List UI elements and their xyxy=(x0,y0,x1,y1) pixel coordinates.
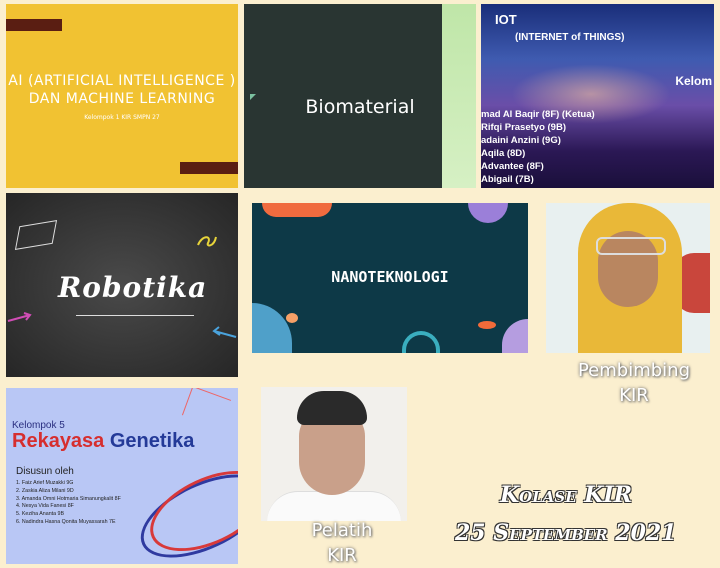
list-item: 4. Nesya Vida Fanesi 8F xyxy=(16,503,74,510)
decorative-bar xyxy=(180,162,238,174)
ai-slide-title: AI (ARTIFICIAL INTELLIGENCE ) DAN MACHIN… xyxy=(6,72,238,108)
list-item: Aqila (8D) xyxy=(481,148,526,159)
iot-side-text: Kelom xyxy=(675,74,712,88)
decorative-shape xyxy=(468,203,508,223)
ai-slide-thumbnail: AI (ARTIFICIAL INTELLIGENCE ) DAN MACHIN… xyxy=(6,4,238,188)
list-item: 1. Faiz Arief Muzakki 9G xyxy=(16,480,74,486)
biomaterial-slide-thumbnail: Biomaterial xyxy=(244,4,476,188)
title-blue-part: Genetika xyxy=(109,430,195,452)
chalk-underline xyxy=(76,315,194,316)
decorative-shape xyxy=(286,313,298,323)
robotika-slide-title: Robotika xyxy=(58,271,208,304)
iot-slide-title: IOT xyxy=(495,12,517,27)
person-hair xyxy=(297,391,367,425)
pelatih-caption: Pelatih KIR xyxy=(282,518,402,568)
arrow-icon xyxy=(7,312,32,322)
pembimbing-caption: Pembimbing KIR xyxy=(552,358,716,408)
pembimbing-video-tile xyxy=(546,203,710,353)
title-red-part: Rekayasa xyxy=(12,430,110,452)
arrow-icon xyxy=(212,326,237,338)
rekayasa-member-list: 1. Faiz Arief Muzakki 9G 2. Zaskia Aliza… xyxy=(16,480,121,527)
list-item: Advantee (8F) xyxy=(481,161,544,172)
graduation-cap-icon xyxy=(14,220,58,250)
list-item: 2. Zaskia Aliza Milani 9D xyxy=(16,487,74,494)
rekayasa-slide-title: Rekayasa Genetika xyxy=(12,430,194,453)
decorative-shape xyxy=(502,319,528,353)
pelatih-video-tile xyxy=(261,387,407,521)
ai-slide-subtitle: Kelompok 1 KIR SMPN 27 xyxy=(84,114,160,121)
robotika-slide-thumbnail: Robotika xyxy=(6,193,238,377)
caption-line: Pelatih xyxy=(311,520,373,541)
caption-line: KIR xyxy=(619,385,649,406)
caption-line: Pembimbing xyxy=(577,360,691,381)
molecule-icon xyxy=(181,388,232,430)
decorative-shape xyxy=(402,331,440,353)
list-item: adaini Anzini (9G) xyxy=(481,135,561,146)
decorative-bar xyxy=(6,19,62,31)
nanoteknologi-slide-title: NANOTEKNOLOGI xyxy=(331,268,449,286)
rekayasa-genetika-slide-thumbnail: Kelompok 5 Rekayasa Genetika Disusun ole… xyxy=(6,388,238,564)
list-item: 6. Nadindra Hasna Qonita Muyassarah 7E xyxy=(16,518,116,525)
iot-slide-subtitle: (INTERNET of THINGS) xyxy=(515,32,625,43)
ai-title-line1: AI (ARTIFICIAL INTELLIGENCE ) xyxy=(8,73,236,89)
iot-member-list: mad Al Baqir (8F) (Ketua) Rifqi Prasetyo… xyxy=(481,108,595,186)
iot-slide-thumbnail: IOT (INTERNET of THINGS) Kelom mad Al Ba… xyxy=(481,4,714,188)
caption-line: KIR xyxy=(327,545,357,566)
list-item: mad Al Baqir (8F) (Ketua) xyxy=(481,109,595,120)
glasses-icon xyxy=(596,237,666,255)
nanoteknologi-slide-thumbnail: NANOTEKNOLOGI xyxy=(252,203,528,353)
chalk-swirl-icon xyxy=(197,236,217,247)
decorative-shape xyxy=(252,303,292,353)
ai-title-line2: DAN MACHINE LEARNING xyxy=(28,91,216,107)
list-item: 3. Amanda Omni Hotmaria Simanungkalit 8F xyxy=(16,495,121,502)
decorative-shape xyxy=(262,203,332,217)
biomaterial-slide-title: Biomaterial xyxy=(305,96,415,118)
authored-by-label: Disusun oleh xyxy=(16,466,74,477)
decorative-shape xyxy=(478,321,496,329)
person-shirt xyxy=(267,491,401,521)
list-item: Rifqi Prasetyo (9B) xyxy=(481,122,566,133)
list-item: 5. Keziha Ananta 9B xyxy=(16,511,65,518)
list-item: Abigail (7B) xyxy=(481,174,534,185)
collage-title: Kolase KIR xyxy=(500,482,632,508)
collage-date: 25 September 2021 xyxy=(455,520,677,546)
